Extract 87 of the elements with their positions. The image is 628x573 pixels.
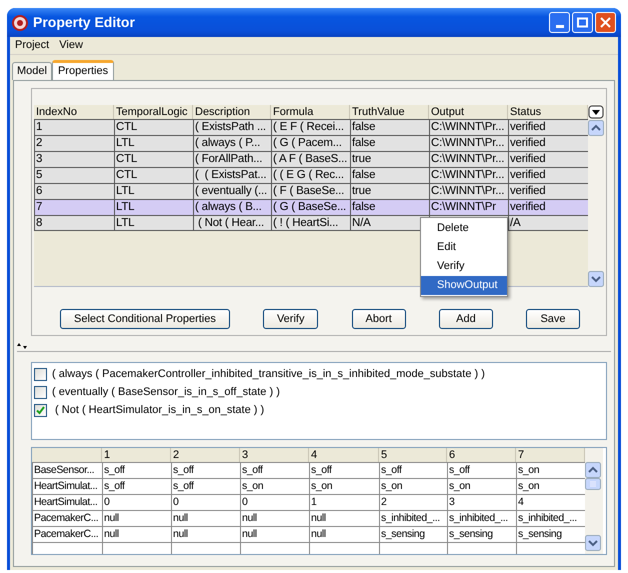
table-cell: BaseSensor... bbox=[32, 463, 102, 478]
table-cell: null bbox=[102, 511, 171, 526]
column-menu-icon[interactable] bbox=[588, 105, 604, 119]
table-row[interactable]: 7 LTL ( always ( B... ( G ( BaseSe... false C:\WINNT\Pr verified bbox=[34, 199, 588, 215]
table-cell: s_off bbox=[240, 463, 309, 478]
table-row[interactable]: 2 LTL ( always ( P... ( G ( Pacem... false C:\WINNT\Pr... verified bbox=[34, 135, 588, 151]
table-cell: 1 bbox=[309, 495, 379, 510]
menu-item[interactable]: Verify bbox=[421, 257, 507, 276]
table-cell: null bbox=[102, 527, 171, 542]
scroll-thumb-icon[interactable] bbox=[585, 478, 601, 490]
column-header[interactable]: 1 bbox=[102, 448, 171, 462]
tab[interactable]: Model bbox=[12, 62, 52, 80]
button[interactable]: Save bbox=[526, 309, 580, 329]
scroll-down-icon[interactable] bbox=[588, 271, 604, 287]
app-icon bbox=[12, 14, 28, 30]
table-cell: 2 bbox=[379, 495, 447, 510]
tab[interactable]: Properties bbox=[52, 60, 114, 80]
table-cell: s_inhibited_... bbox=[379, 511, 447, 526]
table-cell: s_sensing bbox=[379, 527, 447, 542]
maximize-button[interactable] bbox=[572, 12, 593, 33]
table-cell: LTL bbox=[114, 216, 193, 230]
scrollbar[interactable] bbox=[588, 105, 606, 287]
table-cell: null bbox=[171, 511, 240, 526]
table-cell: s_sensing bbox=[447, 527, 516, 542]
table-row[interactable]: 5 CTL ( ( ExistsPat... ( ( E G ( Rec... false C:\WINNT\Pr... verified bbox=[34, 167, 588, 183]
close-icon bbox=[600, 17, 611, 28]
column-header[interactable]: 3 bbox=[240, 448, 309, 462]
table-row[interactable]: 1 CTL ( ExistsPath ... ( E F ( Recei... false C:\WINNT\Pr... verified bbox=[34, 119, 588, 135]
window-title: Property Editor bbox=[33, 13, 135, 32]
column-header[interactable]: 4 bbox=[309, 448, 379, 462]
column-header[interactable]: 2 bbox=[171, 448, 240, 462]
close-button[interactable] bbox=[595, 12, 616, 33]
menu-item[interactable]: Project bbox=[12, 37, 52, 54]
checkmark-icon bbox=[36, 406, 45, 414]
table-cell: PacemakerC... bbox=[32, 527, 102, 542]
table-cell: s_off bbox=[102, 479, 171, 494]
column-header[interactable]: 6 bbox=[447, 448, 516, 462]
table-cell: s_off bbox=[447, 463, 516, 478]
table-cell: 0 bbox=[171, 495, 240, 510]
scroll-down-icon[interactable] bbox=[585, 535, 601, 551]
minimize-button[interactable] bbox=[549, 12, 570, 33]
menu-item[interactable]: ShowOutput bbox=[421, 276, 507, 295]
scroll-up-icon[interactable] bbox=[588, 120, 604, 136]
condition-label: ( eventually ( BaseSensor_is_in_s_off_state ) ) bbox=[52, 384, 280, 400]
table-cell: null bbox=[240, 511, 309, 526]
table-cell: 0 bbox=[240, 495, 309, 510]
table-cell: null bbox=[240, 527, 309, 542]
table-cell: 3 bbox=[447, 495, 516, 510]
table-cell: s_on bbox=[240, 479, 309, 494]
table-cell: ( ! ( HeartSi... bbox=[271, 216, 350, 230]
table-cell: s_off bbox=[379, 463, 447, 478]
table-cell: s_on bbox=[447, 479, 516, 494]
condition-label: ( always ( PacemakerController_inhibited_transitive_is_in_s_inhibited_mode_substate ) ) bbox=[52, 366, 485, 382]
table-cell: null bbox=[171, 527, 240, 542]
table-cell: 8 bbox=[34, 216, 114, 230]
table-cell: s_off bbox=[102, 463, 171, 478]
condition-label: ( Not ( HeartSimulator_is_in_s_on_state ) ) bbox=[54, 402, 264, 418]
table-cell: s_off bbox=[309, 463, 379, 478]
scrollbar[interactable] bbox=[585, 448, 603, 554]
column-header[interactable]: 5 bbox=[379, 448, 447, 462]
button[interactable]: Add bbox=[438, 309, 493, 329]
button[interactable]: Verify bbox=[262, 309, 318, 329]
table-cell: null bbox=[309, 511, 379, 526]
scroll-up-icon[interactable] bbox=[585, 462, 601, 478]
table-cell: s_inhibited_... bbox=[447, 511, 516, 526]
table-cell: null bbox=[309, 527, 379, 542]
table-cell: ( Not ( Hear... bbox=[193, 216, 271, 230]
table-cell: PacemakerC... bbox=[32, 511, 102, 526]
table-cell: s_off bbox=[171, 479, 240, 494]
table-cell: 0 bbox=[102, 495, 171, 510]
checkbox[interactable] bbox=[34, 404, 47, 416]
button[interactable]: Abort bbox=[352, 309, 406, 329]
table-cell: HeartSimulat... bbox=[32, 479, 102, 494]
table-row[interactable]: 3 CTL ( ForAllPath... ( A F ( BaseS... true C:\WINNT\Pr... verified bbox=[34, 151, 588, 167]
minimize-icon bbox=[556, 25, 564, 28]
table-cell: s_on bbox=[309, 479, 379, 494]
table-cell: s_on bbox=[379, 479, 447, 494]
menu-item[interactable]: View bbox=[56, 37, 86, 54]
table-cell: HeartSimulat... bbox=[32, 495, 102, 510]
maximize-icon bbox=[577, 17, 588, 28]
menu-item[interactable]: Edit bbox=[421, 238, 507, 257]
splitter-arrows-icon[interactable] bbox=[17, 342, 27, 348]
checkbox[interactable] bbox=[34, 386, 47, 398]
table-row[interactable]: 6 LTL ( eventually (... ( F ( BaseSe... true C:\WINNT\Pr... verified bbox=[34, 183, 588, 199]
checkbox[interactable] bbox=[34, 368, 47, 380]
table-cell: s_off bbox=[171, 463, 240, 478]
button[interactable]: Select Conditional Properties bbox=[60, 309, 230, 329]
